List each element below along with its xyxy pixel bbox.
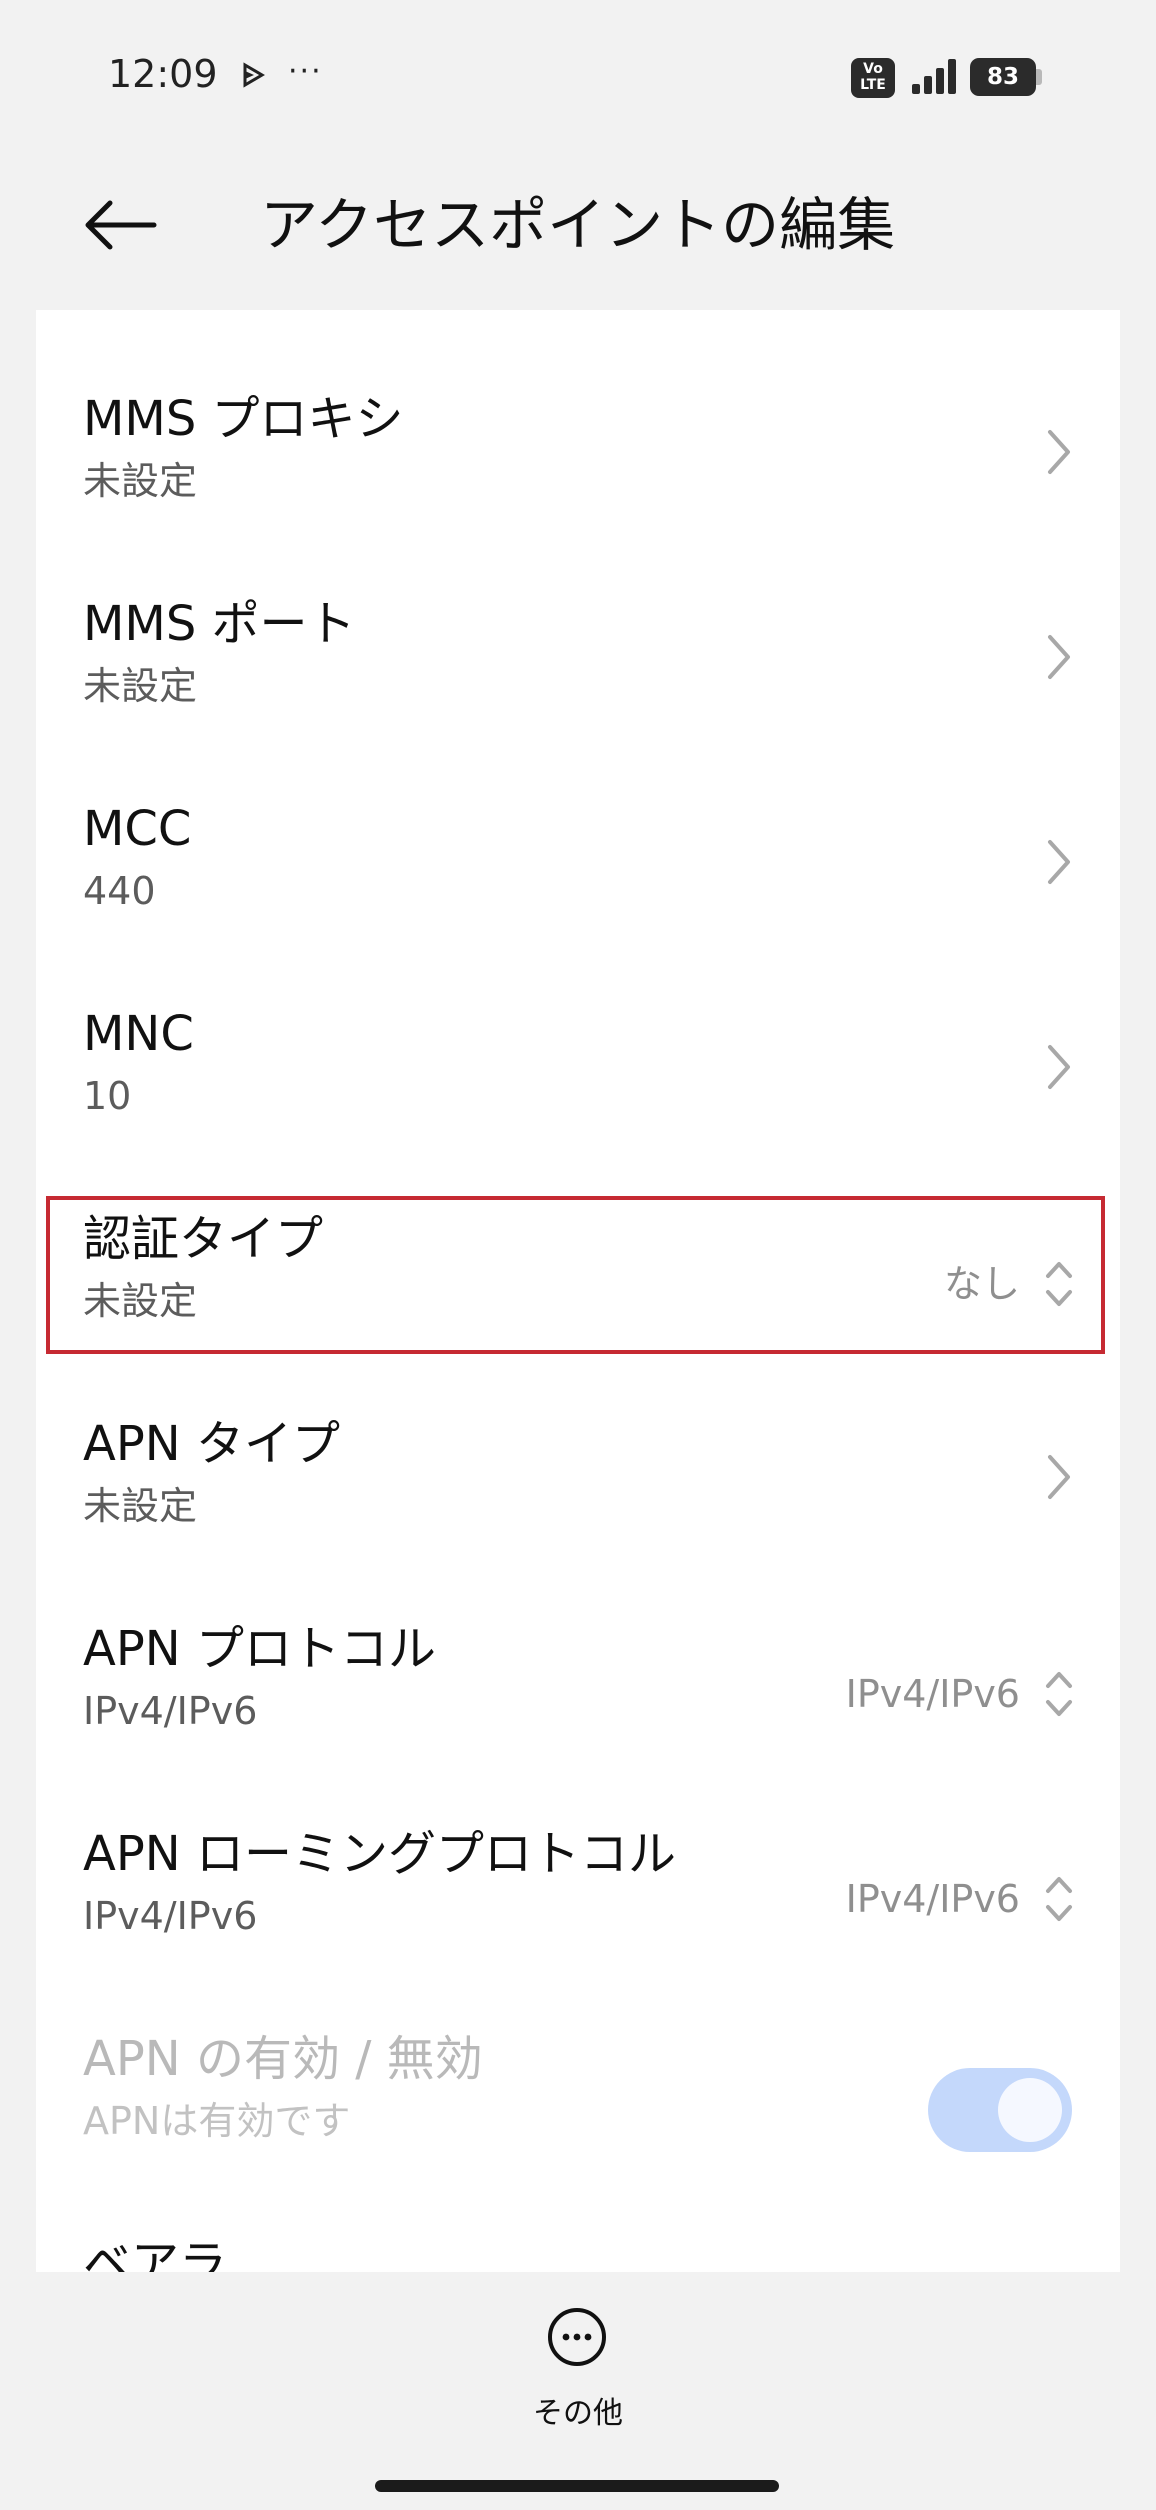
battery-icon: 83	[970, 58, 1036, 96]
auth-type-value: なし	[943, 1262, 1020, 1306]
setting-subtitle: 未設定	[83, 664, 198, 708]
setting-title: 認証タイプ	[83, 1211, 324, 1267]
setting-title: APN の有効 / 無効	[83, 2031, 483, 2087]
setting-subtitle: APNは有効です	[83, 2099, 351, 2143]
setting-subtitle: 440	[83, 869, 156, 913]
setting-mms-port[interactable]: MMS ポート 未設定	[36, 515, 1120, 720]
more-options-button[interactable]: その他	[520, 2308, 636, 2438]
setting-title: APN ローミングプロトコル	[83, 1826, 676, 1882]
toggle-knob	[998, 2078, 1062, 2142]
volte-icon: Vo LTE	[851, 58, 895, 98]
apn-roaming-protocol-value: IPv4/IPv6	[845, 1877, 1020, 1921]
setting-subtitle: 未設定	[83, 1279, 198, 1323]
setting-title: ベアラ	[83, 2236, 228, 2272]
back-button[interactable]	[70, 190, 170, 260]
setting-mms-proxy[interactable]: MMS プロキシ 未設定	[36, 310, 1120, 515]
apn-enable-toggle[interactable]	[928, 2068, 1072, 2152]
app-header: アクセスポイントの編集	[0, 150, 1156, 300]
setting-apn-protocol[interactable]: APN プロトコル IPv4/IPv6 IPv4/IPv6	[36, 1540, 1120, 1745]
setting-subtitle: 未設定	[83, 459, 198, 503]
bottom-bar: その他	[0, 2272, 1156, 2510]
setting-mnc[interactable]: MNC 10	[36, 925, 1120, 1130]
setting-subtitle: IPv4/IPv6	[83, 1689, 258, 1733]
setting-title: MMS プロキシ	[83, 391, 404, 447]
setting-auth-type[interactable]: 認証タイプ 未設定 なし	[36, 1130, 1120, 1335]
dropdown-updown-icon	[1046, 1877, 1072, 1921]
home-indicator[interactable]	[375, 2480, 779, 2492]
status-time: 12:09	[108, 52, 218, 96]
page-title: アクセスポイントの編集	[260, 191, 896, 259]
setting-title: MMS ポート	[83, 596, 356, 652]
signal-strength-icon	[910, 56, 960, 100]
back-arrow-icon	[85, 200, 157, 250]
setting-apn-type[interactable]: APN タイプ 未設定	[36, 1335, 1120, 1540]
chevron-right-icon	[1048, 1455, 1070, 1499]
apn-protocol-value: IPv4/IPv6	[845, 1672, 1020, 1716]
dropdown-updown-icon	[1046, 1262, 1072, 1306]
chevron-right-icon	[1048, 635, 1070, 679]
setting-title: MNC	[83, 1006, 194, 1062]
media-play-icon	[240, 62, 266, 92]
settings-list: MMS プロキシ 未設定 MMS ポート 未設定 MCC 440 MNC 10 …	[36, 310, 1120, 2272]
more-horizontal-icon	[548, 2308, 606, 2366]
setting-apn-roaming-protocol[interactable]: APN ローミングプロトコル IPv4/IPv6 IPv4/IPv6	[36, 1745, 1120, 1950]
setting-subtitle: 未設定	[83, 1484, 198, 1528]
notification-more-icon: ···	[288, 54, 323, 89]
more-options-label: その他	[533, 2396, 623, 2431]
chevron-right-icon	[1048, 840, 1070, 884]
battery-cap	[1036, 69, 1042, 85]
setting-mcc[interactable]: MCC 440	[36, 720, 1120, 925]
setting-title: MCC	[83, 801, 192, 857]
setting-title: APN タイプ	[83, 1416, 340, 1472]
setting-subtitle: 10	[83, 1074, 132, 1118]
chevron-right-icon	[1048, 1045, 1070, 1089]
setting-title: APN プロトコル	[83, 1621, 436, 1677]
setting-bearer[interactable]: ベアラ	[36, 2155, 1120, 2272]
setting-subtitle: IPv4/IPv6	[83, 1894, 258, 1938]
setting-apn-enable: APN の有効 / 無効 APNは有効です	[36, 1950, 1120, 2155]
chevron-right-icon	[1048, 430, 1070, 474]
dropdown-updown-icon	[1046, 1672, 1072, 1716]
status-bar: 12:09 ··· Vo LTE 83	[0, 0, 1156, 150]
